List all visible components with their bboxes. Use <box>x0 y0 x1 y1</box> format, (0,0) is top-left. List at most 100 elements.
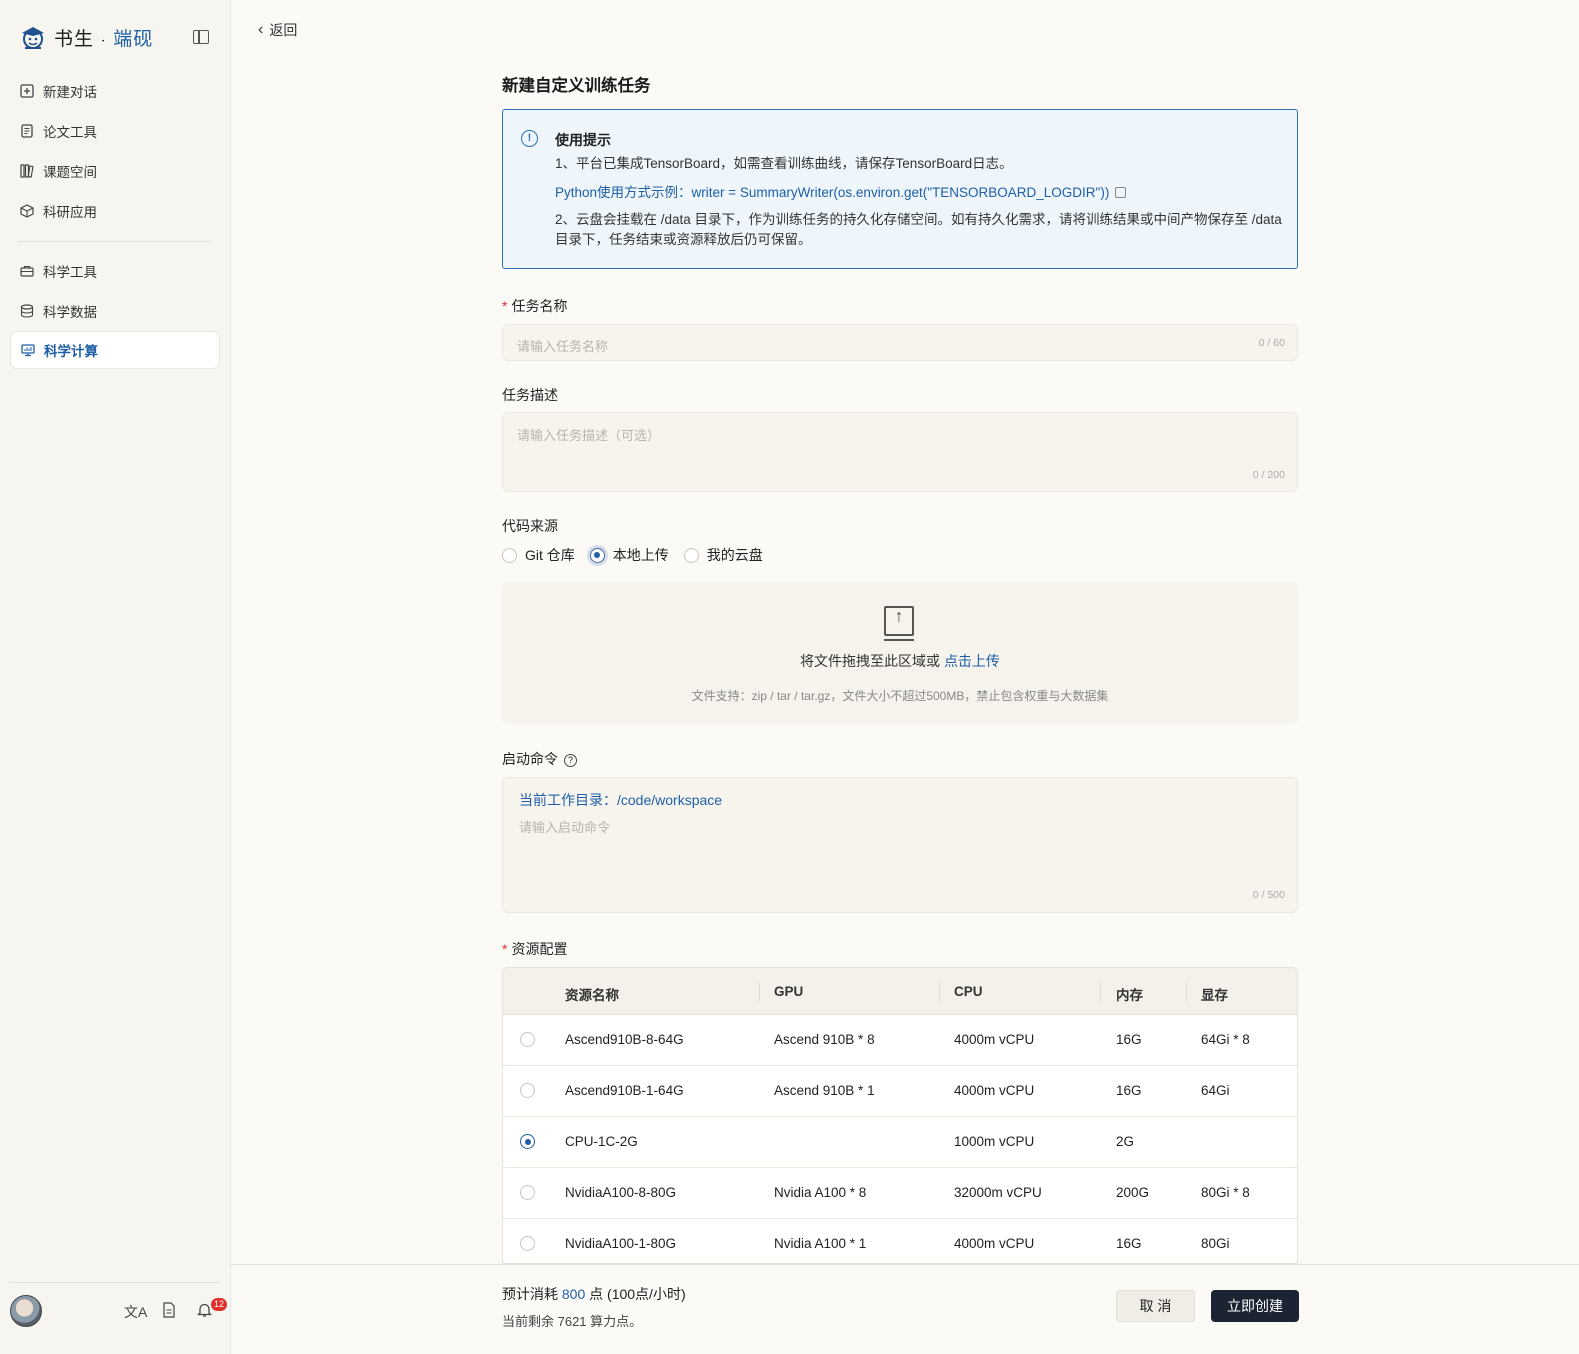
code-source-label: 代码来源 <box>502 518 558 534</box>
chevron-left-icon: ‹ <box>258 21 264 38</box>
column-header: 资源名称 <box>565 988 619 1003</box>
help-icon[interactable]: ? <box>564 754 577 767</box>
upload-text: 将文件拖拽至此区域或 点击上传 <box>800 653 1000 669</box>
copy-icon[interactable] <box>1115 187 1127 198</box>
task-desc-placeholder: 请输入任务描述（可选） <box>517 428 661 443</box>
cell-vram: 64Gi * 8 <box>1201 1032 1250 1047</box>
action-footer: 预计消耗 800 点 (100点/小时) 当前剩余 7621 算力点。 取 消 … <box>231 1264 1579 1354</box>
file-icon[interactable] <box>162 1302 176 1318</box>
radio-button[interactable] <box>502 547 517 563</box>
translate-icon[interactable]: 文A <box>124 1302 147 1322</box>
cell-cpu: 4000m vCPU <box>954 1236 1035 1251</box>
radio-label: 我的云盘 <box>706 547 763 563</box>
task-desc-textarea[interactable]: 请输入任务描述（可选） 0 / 200 <box>502 412 1298 492</box>
cell-vram: 64Gi <box>1201 1083 1230 1098</box>
cell-cpu: 32000m vCPU <box>954 1185 1042 1200</box>
back-button[interactable]: ‹ 返回 <box>258 20 297 40</box>
sidebar: 书生 · 端砚 新建对话 论文工具 课题空间 科研应用 科学工具 科学数据 科学… <box>0 0 231 1354</box>
upload-hint: 文件支持：zip / tar / tar.gz，文件大小不超过500MB，禁止包… <box>691 689 1109 703</box>
cancel-button[interactable]: 取 消 <box>1116 1290 1195 1322</box>
tip-line-2: 2、云盘会挂载在 /data 目录下，作为训练任务的持久化存储空间。如有持久化需… <box>555 212 1282 247</box>
table-row[interactable]: Ascend910B-1-64G Ascend 910B * 1 4000m v… <box>503 1066 1297 1117</box>
cell-mem: 16G <box>1116 1236 1142 1251</box>
page-title: 新建自定义训练任务 <box>502 77 651 95</box>
sidebar-item-label: 论文工具 <box>43 125 97 140</box>
document-icon <box>21 124 33 138</box>
bell-icon[interactable] <box>197 1302 212 1318</box>
notification-badge: 12 <box>211 1298 228 1311</box>
cell-gpu: Nvidia A100 * 1 <box>774 1236 867 1251</box>
cell-gpu: Ascend 910B * 8 <box>774 1032 875 1047</box>
brand-name: 书生 · 端砚 <box>54 27 154 50</box>
cell-vram: 80Gi <box>1201 1236 1230 1251</box>
file-upload-dropzone[interactable]: 将文件拖拽至此区域或 点击上传 文件支持：zip / tar / tar.gz，… <box>502 582 1298 724</box>
resources-table: 资源名称 GPU CPU 内存 显存 Ascend910B-8-64G Asce… <box>502 967 1298 1264</box>
sidebar-item-research-apps[interactable]: 科研应用 <box>10 192 220 230</box>
column-separator <box>1100 982 1101 1002</box>
avatar[interactable] <box>10 1295 42 1327</box>
row-radio[interactable] <box>520 1134 535 1149</box>
code-source-cloud[interactable]: 我的云盘 <box>683 545 763 565</box>
sidebar-item-label: 科研应用 <box>43 205 97 220</box>
click-upload-link[interactable]: 点击上传 <box>944 653 1000 669</box>
sidebar-item-topic-space[interactable]: 课题空间 <box>10 152 220 190</box>
brand[interactable]: 书生 · 端砚 <box>18 22 153 52</box>
code-source-local[interactable]: 本地上传 <box>589 545 669 565</box>
row-radio[interactable] <box>520 1236 535 1251</box>
radio-label: 本地上传 <box>612 547 669 563</box>
column-header: 显存 <box>1201 988 1228 1003</box>
radio-button[interactable] <box>683 547 699 563</box>
scholar-logo-icon <box>22 27 44 49</box>
column-header: 内存 <box>1116 988 1143 1003</box>
start-command-label: 启动命令? <box>502 749 577 769</box>
column-header: GPU <box>774 984 804 999</box>
sidebar-item-science-data[interactable]: 科学数据 <box>10 292 220 330</box>
sidebar-item-new-chat[interactable]: 新建对话 <box>10 72 220 110</box>
task-name-input[interactable]: 请输入任务名称 0 / 60 <box>502 324 1298 361</box>
toolbox-icon <box>20 265 34 277</box>
sidebar-item-label: 新建对话 <box>43 85 97 100</box>
task-desc-counter: 0 / 200 <box>1252 469 1285 481</box>
back-label: 返回 <box>269 22 298 38</box>
cell-name: NvidiaA100-1-80G <box>565 1236 677 1251</box>
table-row[interactable]: NvidiaA100-1-80G Nvidia A100 * 1 4000m v… <box>503 1219 1297 1263</box>
cell-cpu: 1000m vCPU <box>954 1134 1035 1149</box>
table-row[interactable]: CPU-1C-2G 1000m vCPU 2G <box>503 1117 1297 1168</box>
resources-label: * 资源配置 <box>502 941 568 957</box>
plus-square-icon <box>20 84 34 98</box>
create-button[interactable]: 立即创建 <box>1211 1290 1299 1322</box>
tips-title: 使用提示 <box>555 132 611 148</box>
row-radio[interactable] <box>520 1185 535 1200</box>
upload-icon <box>884 606 914 641</box>
start-command-placeholder: 请输入启动命令 <box>519 820 611 835</box>
row-radio[interactable] <box>520 1083 535 1098</box>
sidebar-divider <box>18 241 212 242</box>
tip-code-example: Python使用方式示例：writer = SummaryWriter(os.e… <box>555 185 1110 200</box>
cell-name: Ascend910B-1-64G <box>565 1083 684 1098</box>
row-radio[interactable] <box>520 1032 535 1047</box>
code-source-git[interactable]: Git 仓库 <box>502 545 575 565</box>
start-command-counter: 0 / 500 <box>1252 889 1285 901</box>
sidebar-toggle-icon[interactable] <box>193 30 209 44</box>
sidebar-item-science-compute[interactable]: 科学计算 <box>10 331 220 369</box>
remaining-points: 当前剩余 7621 算力点。 <box>502 1314 643 1329</box>
radio-label: Git 仓库 <box>525 547 575 563</box>
cost-value: 800 <box>561 1286 586 1302</box>
table-row[interactable]: NvidiaA100-8-80G Nvidia A100 * 8 32000m … <box>503 1168 1297 1219</box>
radio-button[interactable] <box>589 547 605 563</box>
database-icon <box>20 304 34 318</box>
table-row[interactable]: Ascend910B-8-64G Ascend 910B * 8 4000m v… <box>503 1015 1297 1066</box>
cell-name: Ascend910B-8-64G <box>565 1032 684 1047</box>
estimated-cost: 预计消耗 800 点 (100点/小时) <box>502 1286 686 1302</box>
start-command-textarea[interactable]: 当前工作目录：/code/workspace 请输入启动命令 0 / 500 <box>502 777 1298 913</box>
sidebar-item-science-tools[interactable]: 科学工具 <box>10 252 220 290</box>
sidebar-item-paper-tools[interactable]: 论文工具 <box>10 112 220 150</box>
cell-cpu: 4000m vCPU <box>954 1032 1035 1047</box>
books-icon <box>20 164 34 178</box>
cell-mem: 200G <box>1116 1185 1150 1200</box>
tip-code-line: Python使用方式示例：writer = SummaryWriter(os.e… <box>555 183 1285 203</box>
sidebar-item-label: 科学数据 <box>43 305 97 320</box>
cell-gpu: Ascend 910B * 1 <box>774 1083 875 1098</box>
cell-mem: 2G <box>1116 1134 1135 1149</box>
table-header: 资源名称 GPU CPU 内存 显存 <box>503 968 1297 1015</box>
